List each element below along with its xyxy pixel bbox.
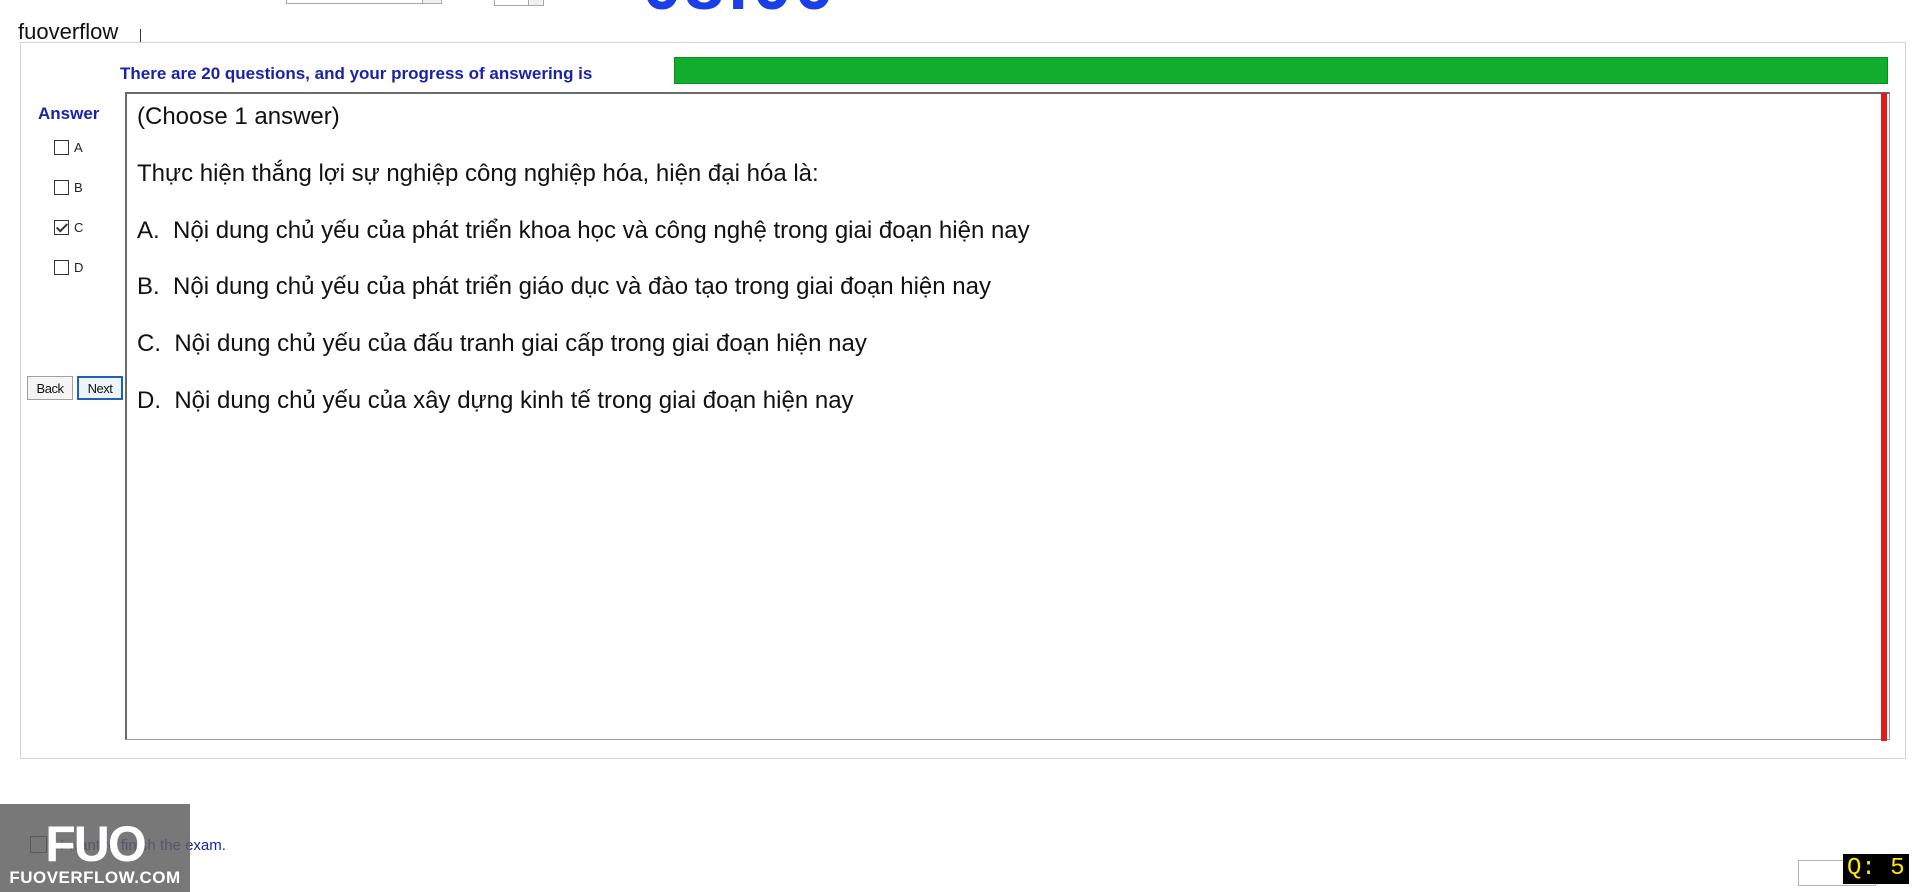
answer-option-c[interactable]: C <box>54 218 83 236</box>
next-button[interactable]: Next <box>77 376 123 400</box>
progress-bar <box>674 57 1888 84</box>
answer-title: Answer <box>38 104 100 123</box>
checkbox-d[interactable] <box>54 259 69 275</box>
option-label-c: C <box>74 219 84 235</box>
choice-key-b: B. <box>137 273 160 300</box>
choice-text-b: Nội dung chủ yếu của phát triển giáo dục… <box>173 273 991 300</box>
choice-a: A. Nội dung chủ yếu của phát triển khoa … <box>137 217 1030 245</box>
checkbox-a[interactable] <box>54 139 69 155</box>
choice-text-a: Nội dung chủ yếu của phát triển khoa học… <box>173 217 1030 244</box>
question-instruction: (Choose 1 answer) <box>137 103 340 130</box>
question-stem: Thực hiện thắng lợi sự nghiệp công nghiệ… <box>137 160 819 187</box>
logo-mark: FUO <box>45 816 147 872</box>
watermark-logo: FUO FUOVERFLOW.COM <box>0 804 190 892</box>
answer-option-b[interactable]: B <box>54 178 83 196</box>
choice-key-c: C. <box>137 330 161 357</box>
question-counter: Q: 5 <box>1843 854 1909 884</box>
back-button[interactable]: Back <box>27 376 73 400</box>
choice-key-a: A. <box>137 217 160 244</box>
choice-d: D. Nội dung chủ yếu của xây dựng kinh tế… <box>137 387 854 415</box>
choice-text-c: Nội dung chủ yếu của đấu tranh giai cấp … <box>174 330 867 357</box>
choice-text-d: Nội dung chủ yếu của xây dựng kinh tế tr… <box>174 387 854 414</box>
top-dropdown[interactable] <box>286 0 442 4</box>
option-label-b: B <box>74 179 83 195</box>
choice-key-d: D. <box>137 387 161 414</box>
answer-option-d[interactable]: D <box>54 258 83 276</box>
option-label-a: A <box>74 139 83 155</box>
checkbox-c[interactable] <box>54 219 69 235</box>
dropdown-arrow-icon <box>422 0 441 3</box>
choice-b: B. Nội dung chủ yếu của phát triển giáo … <box>137 273 991 301</box>
question-scrollbar[interactable] <box>1881 93 1887 741</box>
choice-c: C. Nội dung chủ yếu của đấu tranh giai c… <box>137 330 867 358</box>
question-area[interactable] <box>125 92 1890 740</box>
logo-text: FUOVERFLOW.COM <box>9 868 181 887</box>
exam-timer: 08:00 <box>642 0 836 21</box>
progress-label: There are 20 questions, and your progres… <box>120 64 593 83</box>
spinner-arrow-icon <box>528 0 543 5</box>
checkbox-b[interactable] <box>54 179 69 195</box>
answer-option-a[interactable]: A <box>54 138 83 156</box>
top-spinner[interactable] <box>494 0 544 6</box>
option-label-d: D <box>74 259 84 275</box>
